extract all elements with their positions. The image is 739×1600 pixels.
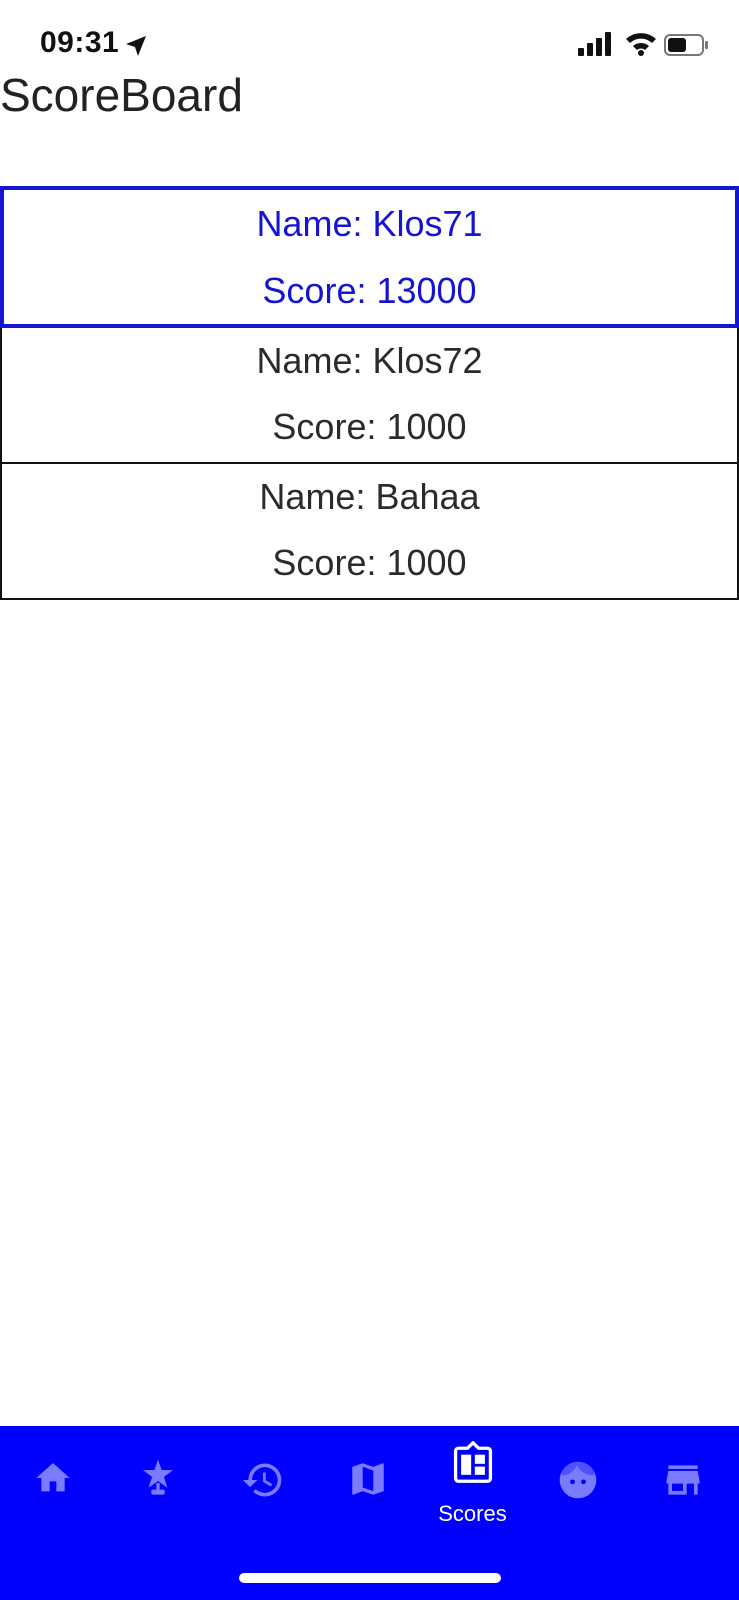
player-score: Score: 1000 xyxy=(272,406,467,447)
home-indicator[interactable] xyxy=(239,1573,501,1583)
score-entry[interactable]: Name: Klos72 Score: 1000 xyxy=(0,326,739,464)
player-name: Name: Klos72 xyxy=(256,340,483,381)
player-name: Name: Klos71 xyxy=(256,203,483,244)
tab-store[interactable] xyxy=(630,1426,735,1536)
score-entry[interactable]: Name: Bahaa Score: 1000 xyxy=(0,462,739,600)
map-icon xyxy=(351,1463,384,1495)
page-title: ScoreBoard xyxy=(0,69,243,121)
wifi-icon xyxy=(626,33,656,56)
battery-icon xyxy=(664,34,708,56)
tab-label-scores: Scores xyxy=(438,1501,507,1526)
player-score: Score: 13000 xyxy=(262,270,477,311)
tab-scores[interactable]: Scores xyxy=(420,1426,525,1536)
home-icon xyxy=(35,1463,70,1492)
tab-map[interactable] xyxy=(315,1426,420,1536)
location-arrow-icon xyxy=(126,36,146,56)
score-entry-selected[interactable]: Name: Klos71 Score: 13000 xyxy=(0,186,739,328)
face-icon xyxy=(559,1458,596,1499)
player-score: Score: 1000 xyxy=(272,542,467,583)
tab-profile[interactable] xyxy=(525,1426,630,1536)
cellular-signal-icon xyxy=(578,32,611,56)
star-trophy-icon xyxy=(142,1459,173,1495)
tab-home[interactable] xyxy=(0,1426,105,1536)
scoreboard-icon xyxy=(453,1441,492,1483)
score-list: Name: Klos71 Score: 13000 Name: Klos72 S… xyxy=(0,186,739,600)
store-icon xyxy=(666,1465,699,1495)
status-time: 09:31 xyxy=(40,26,120,59)
tab-achievements[interactable] xyxy=(105,1426,210,1536)
tab-history[interactable] xyxy=(210,1426,315,1536)
status-bar: 09:31 xyxy=(0,0,739,70)
history-icon xyxy=(242,1463,281,1497)
player-name: Name: Bahaa xyxy=(259,476,480,517)
